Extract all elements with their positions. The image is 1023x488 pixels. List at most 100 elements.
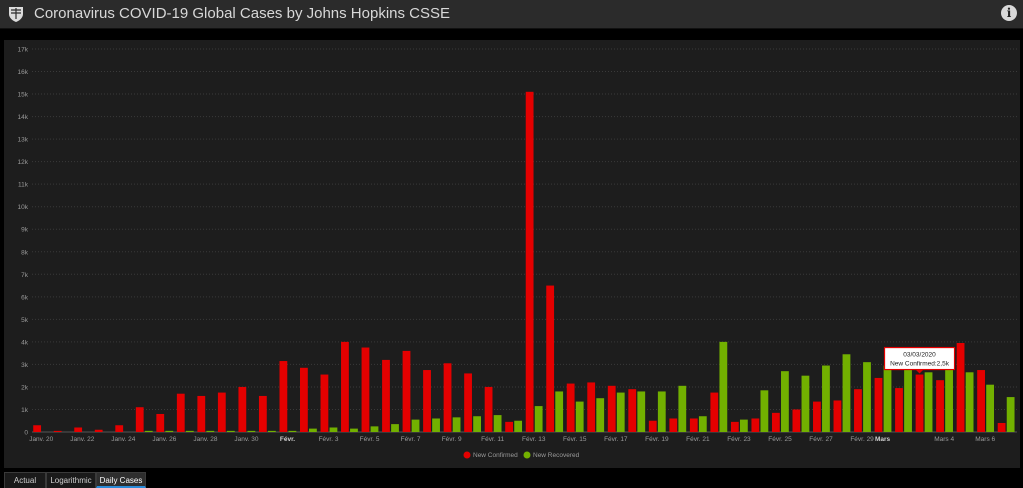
bar-new-recovered	[945, 365, 953, 432]
bar-new-confirmed	[341, 341, 349, 432]
legend-marker-recovered	[523, 451, 531, 459]
bar-new-recovered	[473, 416, 481, 432]
x-tick-label: Mars	[875, 436, 891, 443]
bar-new-confirmed	[607, 385, 616, 432]
bar-new-confirmed	[217, 392, 226, 432]
bar-new-recovered	[678, 385, 687, 432]
x-tick-label: Févr. 21	[686, 436, 710, 443]
bar-new-confirmed	[730, 421, 739, 432]
chart-panel: 0 1k 2k 3k 4k 5k 6k 7k 8k 9k 10k 11k 12k 13k 14k 15k 16k…	[4, 40, 1020, 468]
bar-new-recovered	[904, 366, 912, 432]
x-tick-label: Mars 6	[975, 436, 995, 443]
bar-new-recovered	[452, 417, 461, 432]
y-tick-label: 3k	[21, 362, 29, 369]
x-tick-label: Janv. 22	[70, 436, 94, 443]
bar-new-recovered	[986, 384, 995, 432]
x-tick-label: Févr.	[280, 436, 295, 443]
bar-new-recovered	[391, 424, 399, 432]
bar-new-confirmed	[792, 409, 801, 432]
bar-new-confirmed	[997, 422, 1006, 432]
tab-logarithmic[interactable]: Logarithmic	[46, 472, 96, 488]
bar-new-confirmed	[771, 412, 780, 432]
jhu-shield-logo-icon	[9, 7, 23, 22]
x-tick-label: Févr. 5	[360, 436, 380, 443]
bar-new-recovered	[534, 406, 543, 432]
bar-new-recovered	[883, 365, 892, 432]
info-icon[interactable]: i	[1001, 5, 1017, 21]
bar-new-confirmed	[751, 418, 760, 432]
y-tick-label: 10k	[18, 204, 29, 211]
y-tick-label: 14k	[18, 114, 29, 121]
bar-new-confirmed	[382, 359, 390, 432]
bar-new-recovered	[863, 362, 871, 432]
bar-new-recovered	[206, 430, 215, 432]
bar-new-recovered	[247, 430, 256, 432]
bar-new-confirmed	[156, 413, 165, 432]
tooltip-value: New Confirmed:2,5k	[890, 361, 950, 368]
bar-new-confirmed	[689, 418, 698, 432]
bar-new-recovered	[596, 398, 605, 432]
bar-new-confirmed	[197, 395, 206, 432]
title-bar: Coronavirus COVID-19 Global Cases by Joh…	[0, 0, 1023, 29]
bar-new-confirmed	[115, 425, 124, 432]
bar-new-recovered	[616, 392, 625, 432]
bar-new-confirmed	[895, 388, 903, 432]
bar-new-recovered	[1006, 397, 1015, 432]
tab-daily-cases[interactable]: Daily Cases	[96, 472, 146, 488]
bar-new-recovered	[432, 418, 440, 432]
x-tick-label: Févr. 3	[319, 436, 339, 443]
bar-new-recovered	[185, 430, 194, 432]
y-tick-label: 15k	[18, 92, 29, 99]
x-tick-label: Janv. 26	[152, 436, 176, 443]
x-tick-label: Janv. 30	[234, 436, 258, 443]
bar-new-confirmed	[94, 429, 103, 432]
bar-new-confirmed	[402, 350, 411, 432]
bar-new-recovered	[781, 371, 789, 432]
bar-new-confirmed	[176, 393, 185, 432]
bar-new-recovered	[842, 354, 851, 432]
bar-new-recovered	[350, 428, 358, 432]
x-tick-label: Févr. 29	[850, 436, 874, 443]
bar-new-confirmed	[854, 389, 862, 432]
bar-new-confirmed	[443, 363, 452, 432]
bar-new-confirmed	[525, 91, 534, 432]
bar-new-confirmed	[258, 395, 267, 432]
bar-new-recovered	[575, 401, 584, 432]
bar-new-confirmed	[833, 400, 842, 432]
bar-new-recovered	[226, 430, 235, 432]
x-tick-label: Févr. 15	[563, 436, 587, 443]
bar-new-recovered	[165, 430, 174, 432]
bar-new-recovered	[493, 415, 502, 432]
x-tick-label: Févr. 9	[442, 436, 462, 443]
daily-cases-chart: 0 1k 2k 3k 4k 5k 6k 7k 8k 9k 10k 11k 12k 13k 14k 15k 16k…	[18, 47, 1017, 459]
bar-new-confirmed	[587, 382, 596, 432]
bar-new-recovered	[144, 430, 153, 432]
bar-new-recovered	[288, 430, 297, 432]
bar-new-recovered	[760, 390, 769, 432]
legend-label-confirmed: New Confirmed	[473, 452, 518, 459]
bar-new-recovered	[657, 391, 666, 432]
tab-actual[interactable]: Actual	[4, 472, 46, 488]
y-tick-label: 13k	[18, 137, 29, 144]
bar-new-recovered	[411, 419, 420, 432]
bar-new-confirmed	[566, 383, 575, 432]
bar-new-confirmed	[977, 370, 985, 432]
y-tick-label: 8k	[21, 249, 29, 256]
bar-new-recovered	[822, 365, 830, 432]
bar-new-recovered	[370, 426, 379, 432]
bar-new-confirmed	[669, 418, 678, 432]
x-tick-label: Janv. 24	[111, 436, 135, 443]
bar-new-confirmed	[505, 421, 514, 432]
x-tick-label: Janv. 28	[193, 436, 217, 443]
bar-new-confirmed	[628, 389, 637, 432]
bar-new-recovered	[739, 419, 748, 432]
bar-new-confirmed	[813, 401, 821, 432]
y-tick-label: 1k	[21, 407, 29, 414]
bar-new-confirmed	[238, 386, 247, 432]
bar-new-confirmed	[53, 430, 62, 432]
bar-new-recovered	[514, 420, 523, 432]
bar-new-confirmed	[956, 343, 965, 432]
bar-new-confirmed	[74, 427, 83, 432]
bar-new-confirmed	[484, 386, 493, 432]
y-tick-label: 11k	[18, 182, 29, 189]
